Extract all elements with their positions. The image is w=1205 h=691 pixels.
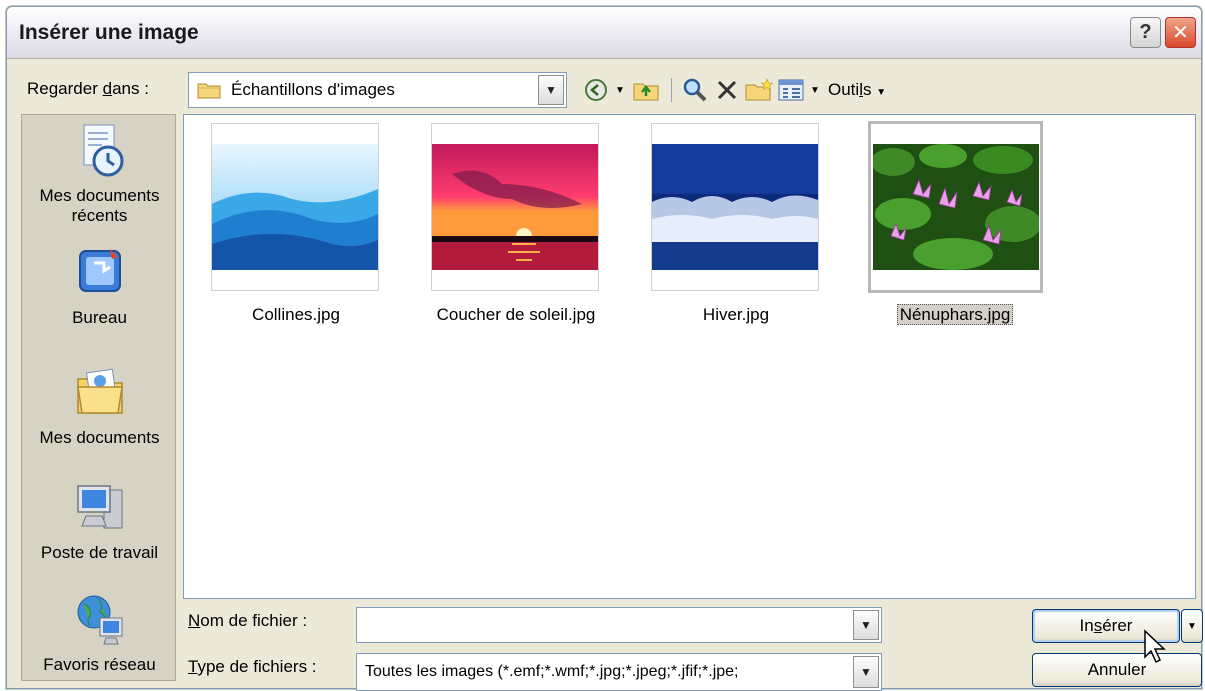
file-name-input[interactable]: ▼ xyxy=(356,607,882,643)
title-bar[interactable]: Insérer une image ? ✕ xyxy=(7,7,1201,59)
back-icon[interactable] xyxy=(581,75,611,105)
help-button[interactable]: ? xyxy=(1130,17,1161,48)
sunset-image xyxy=(432,144,598,270)
insert-dropdown-arrow[interactable]: ▼ xyxy=(1181,609,1203,643)
file-name[interactable]: Hiver.jpg xyxy=(636,305,836,325)
file-thumbnail[interactable] xyxy=(651,123,819,291)
look-in-label: Regarder dans : xyxy=(27,79,149,98)
file-name[interactable]: Coucher de soleil.jpg xyxy=(416,305,616,325)
desktop-icon xyxy=(78,249,121,292)
place-label: Bureau xyxy=(72,308,127,327)
delete-icon[interactable] xyxy=(712,75,742,105)
views-icon[interactable] xyxy=(776,75,806,105)
mouse-cursor-icon xyxy=(1144,629,1166,664)
file-thumbnail-selected[interactable] xyxy=(868,121,1043,293)
close-button[interactable]: ✕ xyxy=(1165,17,1196,48)
file-thumbnail[interactable] xyxy=(211,123,379,291)
file-name-selected[interactable]: Nénuphars.jpg xyxy=(855,304,1055,325)
folder-icon xyxy=(197,83,221,99)
place-my-documents[interactable]: Mes documents xyxy=(22,365,177,448)
tools-dropdown-icon: ▼ xyxy=(876,87,887,98)
views-dropdown-icon[interactable]: ▼ xyxy=(808,75,822,105)
cancel-button[interactable]: Annuler xyxy=(1032,653,1202,687)
place-label: Mes documents récents xyxy=(39,186,160,225)
up-folder-icon[interactable] xyxy=(631,75,661,105)
network-places-icon xyxy=(77,595,122,645)
file-type-dropdown[interactable]: Toutes les images (*.emf;*.wmf;*.jpg;*.j… xyxy=(356,653,882,691)
dialog-title: Insérer une image xyxy=(19,21,199,44)
my-computer-icon xyxy=(76,485,122,529)
file-thumbnail[interactable] xyxy=(431,123,599,291)
look-in-value: Échantillons d'images xyxy=(231,80,395,99)
place-network-places[interactable]: Favoris réseau xyxy=(22,592,177,675)
look-in-dropdown[interactable]: Échantillons d'images ▼ xyxy=(188,72,567,108)
place-recent-documents[interactable]: Mes documents récents xyxy=(22,123,177,226)
file-name-dropdown-arrow[interactable]: ▼ xyxy=(853,610,879,640)
file-type-label: Type de fichiers : xyxy=(188,657,317,676)
back-dropdown-icon[interactable]: ▼ xyxy=(613,75,627,105)
new-folder-icon[interactable] xyxy=(744,75,774,105)
file-type-dropdown-arrow[interactable]: ▼ xyxy=(853,656,879,688)
winter-image xyxy=(652,144,818,270)
place-label: Favoris réseau xyxy=(43,655,156,674)
place-label: Poste de travail xyxy=(40,543,159,562)
toolbar-separator xyxy=(671,78,672,102)
place-label: Mes documents xyxy=(39,428,160,447)
tools-menu[interactable]: Outils ▼ xyxy=(828,80,886,100)
toolbar: ▼ ▼ Outils ▼ xyxy=(581,73,886,107)
file-list-view[interactable]: Collines.jpg Coucher de soleil.jpg Hiver… xyxy=(183,114,1196,599)
water-lilies-image xyxy=(872,144,1039,270)
look-in-dropdown-arrow[interactable]: ▼ xyxy=(538,75,564,105)
file-name[interactable]: Collines.jpg xyxy=(196,305,396,325)
file-type-value: Toutes les images (*.emf;*.wmf;*.jpg;*.j… xyxy=(365,663,739,680)
place-desktop[interactable]: Bureau xyxy=(22,245,177,328)
file-name-label: Nom de fichier : xyxy=(188,611,308,630)
insert-image-dialog: Insérer une image ? ✕ Regarder dans : Éc… xyxy=(6,6,1203,691)
place-my-computer[interactable]: Poste de travail xyxy=(22,480,177,563)
hills-image xyxy=(212,144,378,270)
recent-documents-icon xyxy=(83,124,123,177)
my-documents-icon xyxy=(76,368,123,414)
search-web-icon[interactable] xyxy=(680,75,710,105)
places-bar: Mes documents récents Bureau Mes documen… xyxy=(21,114,176,681)
